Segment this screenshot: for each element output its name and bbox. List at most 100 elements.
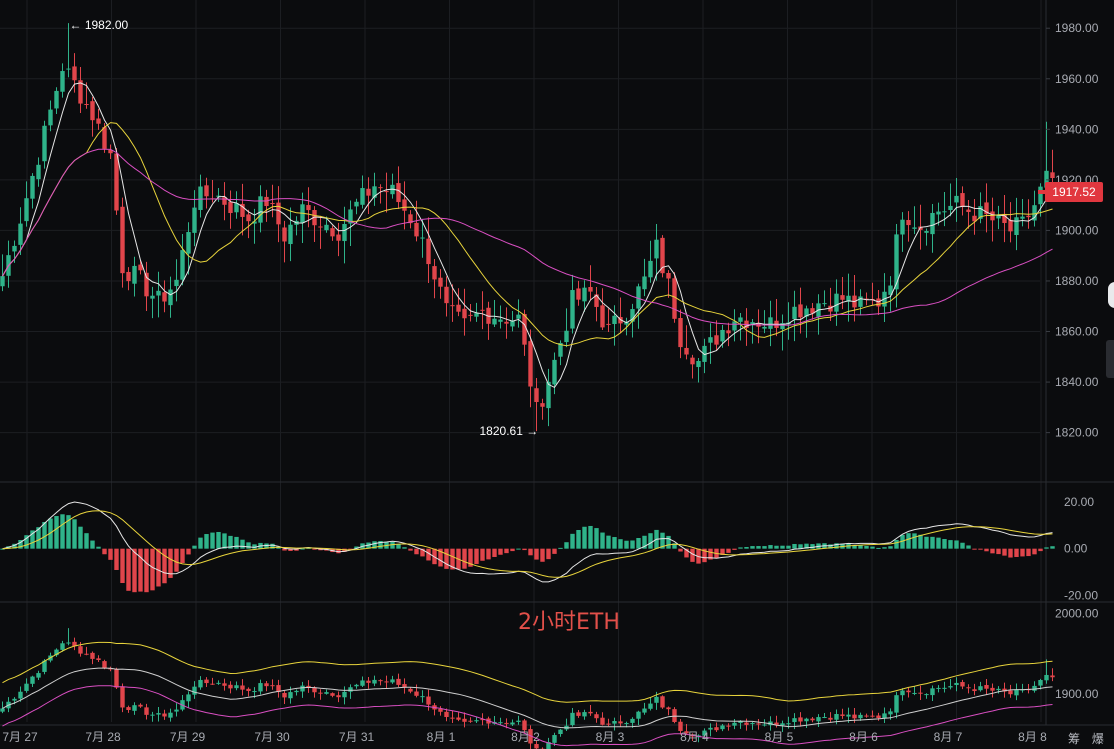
lower-candle-body [360, 680, 365, 686]
candle-body [948, 205, 953, 211]
macd-histogram-bar [408, 548, 413, 551]
lower-candle-body [444, 711, 449, 718]
lower-candle-body [936, 687, 941, 689]
candle-body [162, 292, 167, 302]
macd-histogram-bar [126, 548, 131, 591]
candle-body [1026, 215, 1031, 218]
lower-candle-body [738, 721, 743, 723]
candle-body [654, 239, 659, 259]
lower-y-tick-label: 1900.00 [1055, 687, 1099, 701]
macd-histogram-bar [186, 548, 191, 555]
candle-body [414, 222, 419, 237]
chart-tools[interactable]: 筹 爆 [1068, 730, 1108, 747]
x-date-label: 8月 4 [680, 730, 709, 744]
lower-candle-body [1044, 674, 1049, 681]
band-line [2, 641, 1053, 703]
lower-candle-body [468, 720, 473, 722]
lower-candle-body [978, 686, 983, 691]
current-price-tag: 1917.52 [1045, 182, 1103, 202]
lower-candle-body [780, 723, 785, 726]
candle-body [930, 212, 935, 235]
x-date-label: 8月 1 [427, 730, 456, 744]
macd-histogram-bar [954, 540, 959, 549]
lower-candle-body [132, 705, 137, 711]
candle-body [606, 323, 611, 325]
candle-body [504, 321, 509, 324]
macd-histogram-bar [204, 534, 209, 549]
x-date-label: 8月 3 [596, 730, 625, 744]
candle-body [444, 286, 449, 304]
macd-histogram-bar [972, 548, 977, 550]
lower-candle-body [150, 714, 155, 716]
lower-candle-body [138, 704, 143, 707]
candle-body [546, 381, 551, 409]
macd-histogram-bar [948, 540, 953, 549]
lower-candle-body [786, 723, 791, 725]
lower-y-tick-label: 2000.00 [1055, 607, 1099, 621]
eth-chart[interactable]: ← 1982.00 1820.61 → 1980.00 1960.00 1940.00 1… [0, 0, 1114, 749]
macd-histogram-bar [1050, 546, 1055, 549]
candle-body [612, 315, 617, 325]
x-date-label: 8月 6 [849, 730, 878, 744]
lower-candle-body [234, 685, 239, 689]
macd-histogram-bar [666, 535, 671, 549]
macd-histogram-bar [246, 542, 251, 549]
candle-body [642, 276, 647, 290]
candle-body [966, 209, 971, 212]
lower-candle-body [624, 723, 629, 725]
x-date-label: 8月 2 [511, 730, 540, 744]
macd-histogram-bar [606, 535, 611, 549]
lower-candle-body [168, 712, 173, 718]
lower-candle-body [552, 735, 557, 743]
candle-body [564, 330, 569, 343]
macd-histogram-bar [222, 533, 227, 549]
macd-histogram-bar [1008, 548, 1013, 558]
candle-body [720, 329, 725, 342]
macd-histogram-bar [72, 519, 77, 549]
lower-candle-body [60, 643, 65, 650]
side-panel-toggle[interactable] [1108, 282, 1114, 308]
candle-body [432, 266, 437, 280]
candle-body [1020, 216, 1025, 219]
lower-candle-body [462, 718, 467, 722]
lower-candle-body [894, 695, 899, 713]
candle-body [738, 317, 743, 322]
candle-body [450, 305, 455, 307]
lower-candle-body [24, 683, 29, 691]
macd-histogram-bar [930, 536, 935, 549]
chart-canvas[interactable]: ← 1982.00 1820.61 → 1980.00 1960.00 1940.00 1… [0, 0, 1114, 749]
lower-candle-body [618, 721, 623, 724]
candle-body [696, 361, 701, 368]
lower-candle-body [648, 703, 653, 709]
candle-body [60, 71, 65, 92]
candle-body [912, 227, 917, 229]
lower-candle-body [156, 713, 161, 715]
candle-body [324, 224, 329, 231]
price-scale-handle[interactable] [1106, 340, 1114, 378]
macd-histogram-bar [618, 539, 623, 549]
lower-candle-body [816, 717, 821, 722]
x-date-label: 7月 30 [254, 730, 290, 744]
macd-histogram-bar [492, 548, 497, 557]
macd-histogram-bar [486, 548, 491, 560]
lower-candle-body [12, 698, 17, 701]
lower-candle-body [36, 673, 41, 678]
candle-body [384, 191, 389, 193]
lower-candle-body [822, 716, 827, 718]
macd-histogram-bar [1026, 548, 1031, 557]
lower-candle-body [378, 680, 383, 682]
macd-histogram-bar [444, 548, 449, 569]
candle-body [1014, 217, 1019, 236]
lower-candle-body [228, 684, 233, 689]
candle-body [522, 313, 527, 345]
candle-body [924, 231, 929, 233]
macd-histogram-bar [996, 548, 1001, 555]
lower-candle-body [558, 729, 563, 735]
lower-candle-body [204, 679, 209, 684]
macd-histogram-bar [600, 532, 605, 549]
lower-candle-body [888, 711, 893, 715]
macd-histogram-bar [234, 536, 239, 549]
candle-body [192, 207, 197, 233]
macd-histogram-bar [582, 526, 587, 549]
candle-body [498, 319, 503, 322]
